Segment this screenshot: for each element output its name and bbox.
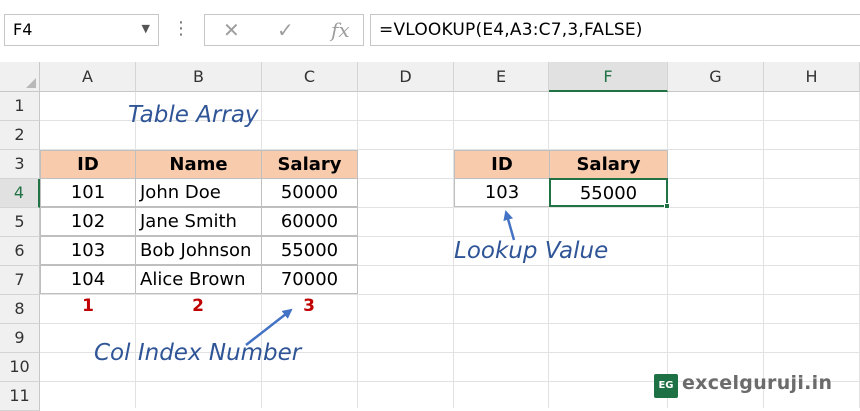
site-watermark: excelguruji.in xyxy=(682,372,833,394)
col-index-annotation: Col Index Number xyxy=(94,340,302,366)
excelguruji-logo: EG xyxy=(654,374,678,398)
lookup-arrow xyxy=(503,210,516,241)
lookup-value-annotation: Lookup Value xyxy=(454,238,609,264)
